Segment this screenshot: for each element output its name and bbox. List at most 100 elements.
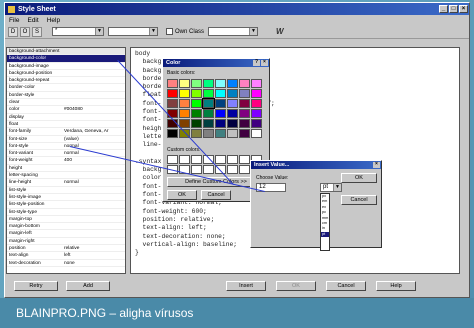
close-icon[interactable]: ×: [373, 162, 380, 168]
property-row[interactable]: text-align left: [7, 252, 125, 260]
save-icon[interactable]: S: [32, 26, 42, 37]
maximize-button[interactable]: □: [449, 5, 458, 13]
color-swatch[interactable]: [167, 89, 178, 98]
color-swatch[interactable]: [167, 99, 178, 108]
custom-color-swatch[interactable]: [191, 155, 202, 164]
property-row[interactable]: font-stylenormal: [7, 143, 125, 151]
custom-color-swatch[interactable]: [191, 165, 202, 174]
color-swatch[interactable]: [191, 109, 202, 118]
color-swatch[interactable]: [239, 109, 250, 118]
color-swatch[interactable]: [251, 109, 262, 118]
own-class-toggle[interactable]: Own Class: [166, 28, 204, 35]
help-icon[interactable]: ?: [253, 60, 260, 66]
color-swatch[interactable]: [167, 129, 178, 138]
property-row[interactable]: font-weight 400: [7, 157, 125, 165]
color-swatch[interactable]: [239, 129, 250, 138]
color-swatch[interactable]: [227, 79, 238, 88]
property-row[interactable]: border-style: [7, 92, 125, 100]
property-row[interactable]: background-position: [7, 70, 125, 78]
class-dropdown[interactable]: ▼: [208, 27, 259, 36]
property-row[interactable]: color #004080: [7, 106, 125, 114]
secondary-dropdown[interactable]: ▼: [108, 27, 158, 36]
unit-list[interactable]: px em ex pc mm cm in pt: [320, 193, 330, 251]
color-swatch[interactable]: [215, 79, 226, 88]
custom-color-swatch[interactable]: [227, 165, 238, 174]
property-row[interactable]: font-family Verdana, Geneva, Ar: [7, 128, 125, 136]
color-swatch[interactable]: [227, 129, 238, 138]
close-button[interactable]: ×: [459, 5, 468, 13]
insert-button[interactable]: Insert: [226, 281, 266, 291]
color-swatch[interactable]: [203, 119, 214, 128]
color-swatch[interactable]: [227, 89, 238, 98]
color-swatch[interactable]: [239, 99, 250, 108]
custom-color-swatch[interactable]: [239, 155, 250, 164]
color-swatch[interactable]: [251, 99, 262, 108]
color-swatch[interactable]: [191, 129, 202, 138]
custom-color-swatch[interactable]: [239, 165, 250, 174]
insert-cancel-button[interactable]: Cancel: [341, 195, 377, 205]
color-swatch[interactable]: [179, 99, 190, 108]
property-row[interactable]: list-style-position: [7, 201, 125, 209]
menu-file[interactable]: File: [9, 17, 19, 24]
property-row[interactable]: background-color: [7, 55, 125, 63]
menu-edit[interactable]: Edit: [27, 17, 38, 24]
wizard-icon[interactable]: W: [276, 27, 284, 36]
property-row[interactable]: line-height normal: [7, 179, 125, 187]
color-swatch[interactable]: [179, 89, 190, 98]
own-class-checkbox[interactable]: [166, 28, 173, 35]
custom-color-swatch[interactable]: [215, 155, 226, 164]
color-swatch[interactable]: [203, 79, 214, 88]
color-swatch[interactable]: [191, 79, 202, 88]
insert-ok-button[interactable]: OK: [341, 173, 377, 183]
color-swatch[interactable]: [191, 119, 202, 128]
color-swatch[interactable]: [167, 79, 178, 88]
property-row[interactable]: font-size (value): [7, 136, 125, 143]
property-row[interactable]: margin-left: [7, 230, 125, 238]
property-row[interactable]: text-decoration none: [7, 260, 125, 267]
color-swatch[interactable]: [215, 129, 226, 138]
color-swatch[interactable]: [203, 109, 214, 118]
unit-dropdown[interactable]: pt ▼: [320, 183, 342, 192]
close-icon[interactable]: ×: [261, 60, 268, 66]
property-row[interactable]: letter-spacing: [7, 172, 125, 180]
color-swatch[interactable]: [251, 89, 262, 98]
property-row[interactable]: list-style: [7, 187, 125, 194]
selector-dropdown[interactable]: * ▼: [52, 27, 104, 36]
property-row[interactable]: clear: [7, 99, 125, 107]
property-row[interactable]: margin-right: [7, 238, 125, 246]
selected-property-row[interactable]: background-attachment: [7, 48, 125, 56]
color-swatch[interactable]: [239, 89, 250, 98]
color-swatch[interactable]: [251, 119, 262, 128]
help-button[interactable]: Help: [376, 281, 416, 291]
property-row[interactable]: float: [7, 121, 125, 129]
property-row[interactable]: list-style-image: [7, 194, 125, 202]
menu-help[interactable]: Help: [47, 17, 60, 24]
color-swatch[interactable]: [203, 89, 214, 98]
property-row[interactable]: margin-bottom: [7, 223, 125, 231]
add-button[interactable]: Add: [66, 281, 110, 291]
color-swatch[interactable]: [251, 79, 262, 88]
color-swatch[interactable]: [202, 98, 215, 109]
color-swatch[interactable]: [251, 129, 262, 138]
property-row[interactable]: margin-top: [7, 216, 125, 224]
color-swatch[interactable]: [215, 119, 226, 128]
color-swatch[interactable]: [227, 99, 238, 108]
color-swatch[interactable]: [203, 129, 214, 138]
color-swatch[interactable]: [179, 109, 190, 118]
custom-color-swatch[interactable]: [179, 155, 190, 164]
custom-color-swatch[interactable]: [203, 165, 214, 174]
color-swatch[interactable]: [227, 109, 238, 118]
minimize-button[interactable]: _: [439, 5, 448, 13]
property-row[interactable]: height: [7, 165, 125, 173]
property-list[interactable]: background-attachment background-color ba…: [6, 47, 126, 274]
retry-button[interactable]: Retry: [14, 281, 58, 291]
property-row[interactable]: display: [7, 114, 125, 121]
property-row[interactable]: list-style-type: [7, 209, 125, 216]
custom-color-swatch[interactable]: [227, 155, 238, 164]
unit-option[interactable]: pt: [321, 231, 329, 238]
custom-color-swatch[interactable]: [167, 155, 178, 164]
property-row[interactable]: border-color: [7, 84, 125, 92]
open-icon[interactable]: O: [20, 26, 30, 37]
color-swatch[interactable]: [239, 79, 250, 88]
property-row[interactable]: background-image: [7, 63, 125, 70]
